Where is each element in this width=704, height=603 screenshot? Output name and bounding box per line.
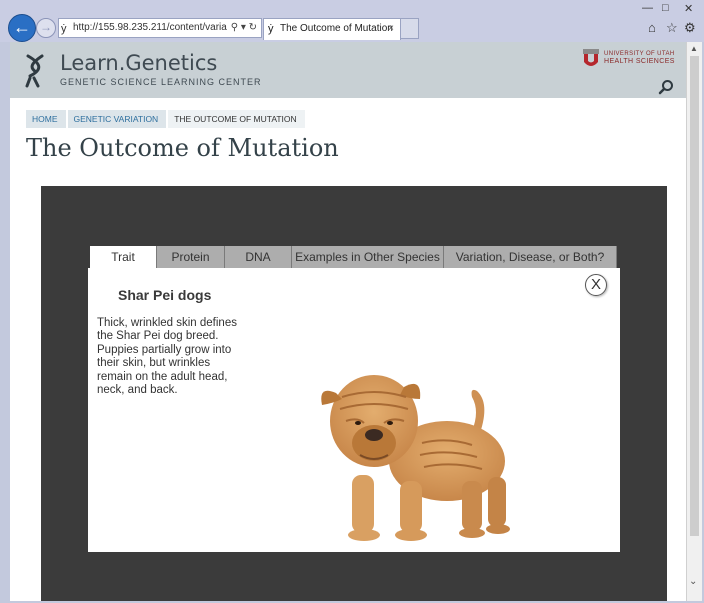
university-line-2: HEALTH SCIENCES (604, 58, 675, 65)
interactive-stage: Trait Protein DNA Examples in Other Spec… (41, 186, 667, 601)
forward-button[interactable]: → (36, 18, 56, 38)
site-logo-subtitle: GENETIC SCIENCE LEARNING CENTER (60, 77, 262, 87)
site-header: Learn.Genetics GENETIC SCIENCE LEARNING … (10, 42, 686, 98)
tab-variation-disease-both[interactable]: Variation, Disease, or Both? (444, 246, 617, 268)
modal-description: Thick, wrinkled skin defines the Shar Pe… (97, 317, 237, 397)
tab-close-icon[interactable]: × (388, 19, 394, 39)
address-controls[interactable]: ⚲ ▾ ↻ (226, 19, 257, 37)
scroll-down-arrow-icon[interactable]: ⌄ (689, 576, 697, 587)
site-favicon-icon: ẏ (61, 23, 67, 35)
dna-logo-icon[interactable] (24, 54, 48, 88)
page-viewport: Learn.Genetics GENETIC SCIENCE LEARNING … (10, 42, 686, 601)
shar-pei-puppy-image (321, 375, 510, 541)
scroll-up-arrow-icon[interactable]: ▲ (690, 44, 698, 53)
scrollbar-thumb[interactable] (690, 56, 699, 536)
favorites-star-icon[interactable]: ☆ (666, 20, 678, 36)
tab-protein[interactable]: Protein (157, 246, 225, 268)
modal-heading: Shar Pei dogs (118, 287, 212, 303)
university-of-utah-logo-icon[interactable] (582, 48, 600, 70)
browser-chrome: — □ ✕ ← → ẏ http://155.98.235.211/conten… (0, 0, 704, 42)
tab-favicon-icon: ẏ (268, 23, 274, 35)
university-line-1: UNIVERSITY OF UTAH (604, 51, 675, 57)
search-icon[interactable] (658, 79, 674, 95)
tab-examples-other-species[interactable]: Examples in Other Species (292, 246, 444, 268)
tab-trait[interactable]: Trait (90, 246, 157, 268)
address-url: http://155.98.235.211/content/variation/ (73, 22, 246, 33)
modal-close-button[interactable]: X (585, 274, 607, 296)
tab-dna[interactable]: DNA (225, 246, 292, 268)
tab-title: The Outcome of Mutation (280, 23, 393, 34)
back-button[interactable]: ← (8, 14, 36, 42)
settings-gear-icon[interactable]: ⚙ (684, 20, 696, 36)
breadcrumb-home[interactable]: HOME (26, 110, 66, 128)
maximize-icon[interactable]: □ (662, 2, 669, 14)
vertical-scrollbar[interactable]: ▲ ⌄ (686, 42, 702, 601)
home-icon[interactable]: ⌂ (648, 20, 656, 35)
university-name: UNIVERSITY OF UTAH HEALTH SCIENCES (604, 50, 675, 66)
browser-tab[interactable]: ẏ The Outcome of Mutation × (263, 18, 401, 40)
new-tab-button[interactable] (401, 18, 419, 39)
close-window-icon[interactable]: ✕ (684, 2, 693, 15)
site-logo-title[interactable]: Learn.Genetics (60, 51, 217, 75)
minimize-icon[interactable]: — (642, 2, 653, 14)
breadcrumb: HOME GENETIC VARIATION THE OUTCOME OF MU… (26, 110, 307, 128)
breadcrumb-current: THE OUTCOME OF MUTATION (168, 110, 305, 128)
address-bar[interactable]: ẏ http://155.98.235.211/content/variatio… (58, 18, 262, 38)
modal-tab-bar: Trait Protein DNA Examples in Other Spec… (90, 246, 617, 268)
page-title: The Outcome of Mutation (26, 134, 339, 162)
breadcrumb-genetic-variation[interactable]: GENETIC VARIATION (67, 110, 167, 128)
content-modal: X Shar Pei dogs Thick, wrinkled skin def… (88, 268, 620, 552)
